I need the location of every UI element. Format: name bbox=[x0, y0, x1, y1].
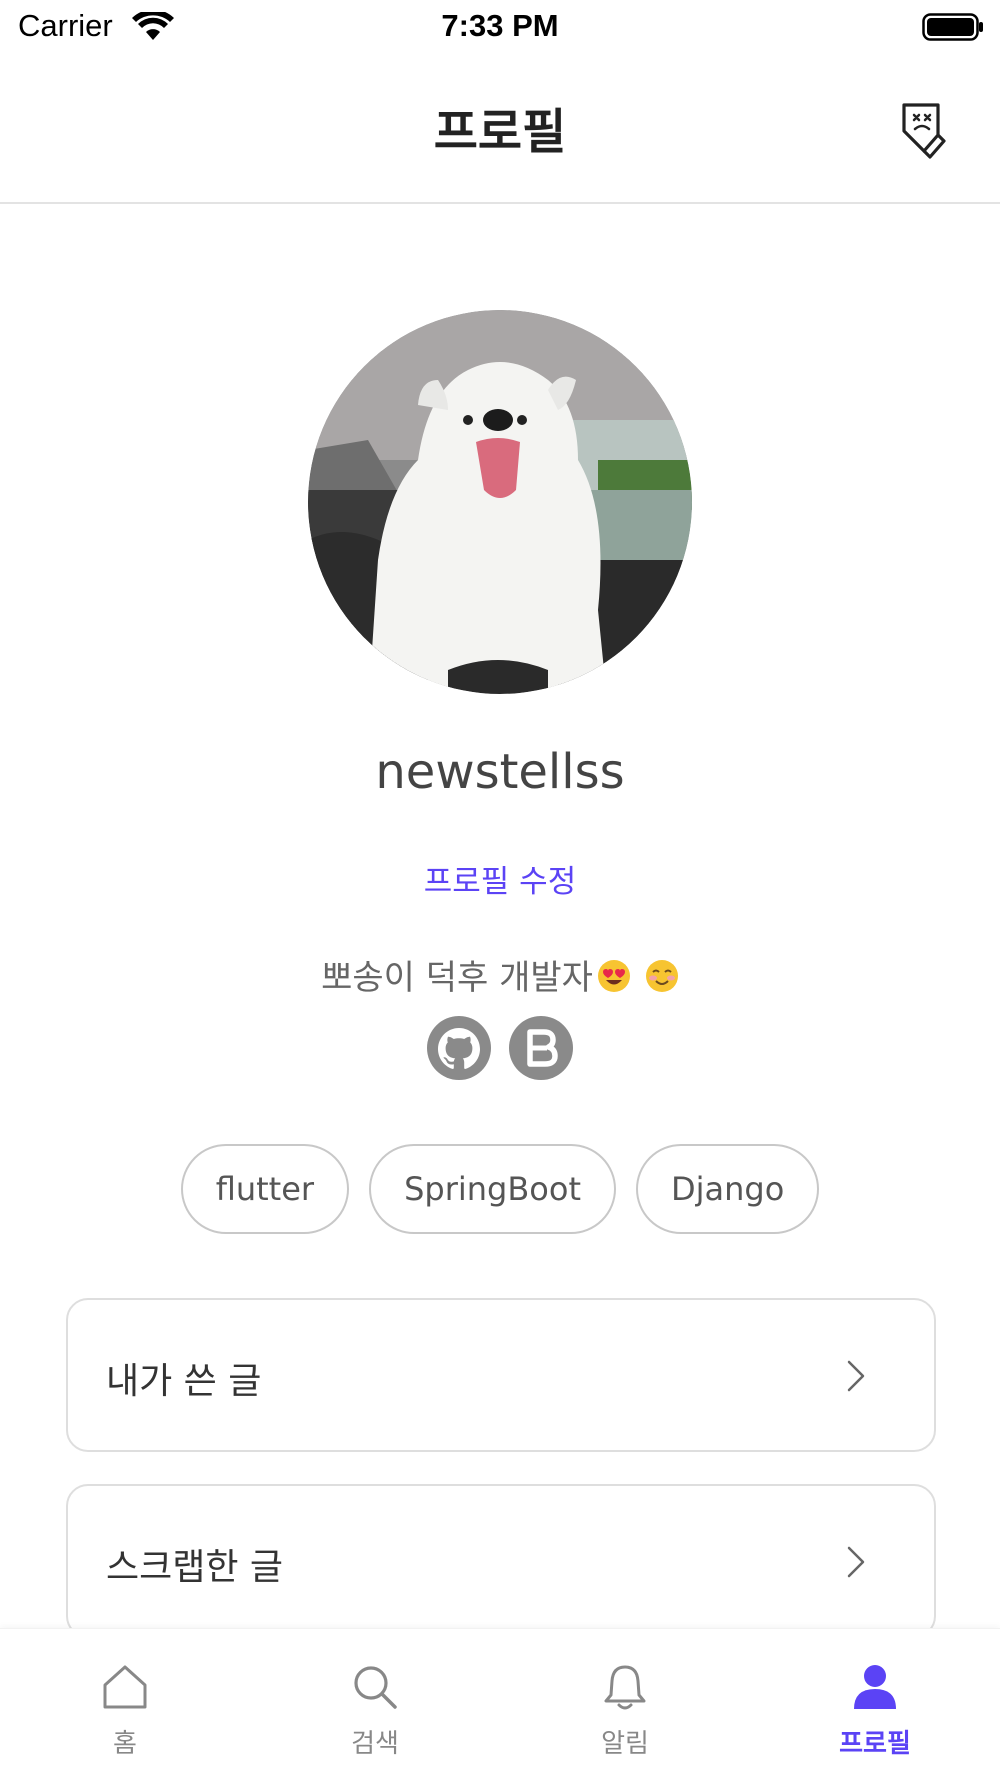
edit-profile-link-row: 프로필 수정 bbox=[0, 856, 1000, 901]
scrapped-posts-menu-item[interactable]: 스크랩한 글 bbox=[66, 1484, 936, 1638]
app-header: 프로필 bbox=[0, 56, 1000, 204]
bottom-nav: 홈 검색 알림 프로필 bbox=[0, 1628, 1000, 1778]
skill-tags: flutter SpringBoot Django bbox=[0, 1144, 1000, 1234]
clock-label: 7:33 PM bbox=[441, 8, 559, 43]
edit-profile-link[interactable]: 프로필 수정 bbox=[424, 864, 576, 900]
my-posts-label: 내가 쓴 글 bbox=[106, 1361, 262, 1402]
page-title: 프로필 bbox=[433, 104, 567, 160]
chevron-right-icon bbox=[847, 1546, 865, 1578]
nav-label-home: 홈 bbox=[113, 1729, 137, 1759]
profile-screen: Carrier 7:33 PM 프로필 newstellss 프로필 수정 뽀송… bbox=[0, 0, 1000, 1778]
person-icon bbox=[854, 1665, 896, 1709]
home-icon bbox=[103, 1665, 147, 1709]
heart-eyes-emoji-icon bbox=[597, 960, 630, 992]
nav-item-search[interactable]: 검색 bbox=[250, 1629, 500, 1778]
chevron-right-icon bbox=[847, 1360, 865, 1392]
avatar bbox=[308, 310, 692, 694]
battery-icon bbox=[922, 13, 983, 41]
github-icon[interactable] bbox=[427, 1016, 491, 1080]
tag-chip: flutter bbox=[180, 1144, 350, 1234]
nav-item-profile[interactable]: 프로필 bbox=[750, 1629, 1000, 1778]
clock: 7:33 PM bbox=[0, 8, 1000, 44]
my-posts-menu-item[interactable]: 내가 쓴 글 bbox=[66, 1298, 936, 1452]
bell-icon bbox=[604, 1665, 646, 1710]
bio: 뽀송이 덕후 개발자 bbox=[0, 950, 1000, 999]
status-bar: Carrier 7:33 PM bbox=[0, 0, 1000, 56]
search-icon bbox=[354, 1666, 397, 1709]
nav-label-search: 검색 bbox=[351, 1729, 399, 1759]
nav-item-notifications[interactable]: 알림 bbox=[500, 1629, 750, 1778]
smiling-emoji-icon bbox=[645, 960, 678, 992]
bio-text: 뽀송이 덕후 개발자 bbox=[321, 958, 593, 998]
nav-item-home[interactable]: 홈 bbox=[0, 1629, 250, 1778]
social-links bbox=[0, 1016, 1000, 1080]
nav-label-notifications: 알림 bbox=[601, 1729, 649, 1759]
tag-chip: SpringBoot bbox=[369, 1144, 616, 1234]
tag-chip: Django bbox=[635, 1144, 820, 1234]
logout-icon[interactable] bbox=[898, 101, 950, 159]
username: newstellss bbox=[375, 744, 625, 800]
nav-label-profile: 프로필 bbox=[839, 1729, 911, 1759]
scrapped-posts-label: 스크랩한 글 bbox=[106, 1547, 284, 1588]
blog-icon[interactable] bbox=[509, 1016, 573, 1080]
